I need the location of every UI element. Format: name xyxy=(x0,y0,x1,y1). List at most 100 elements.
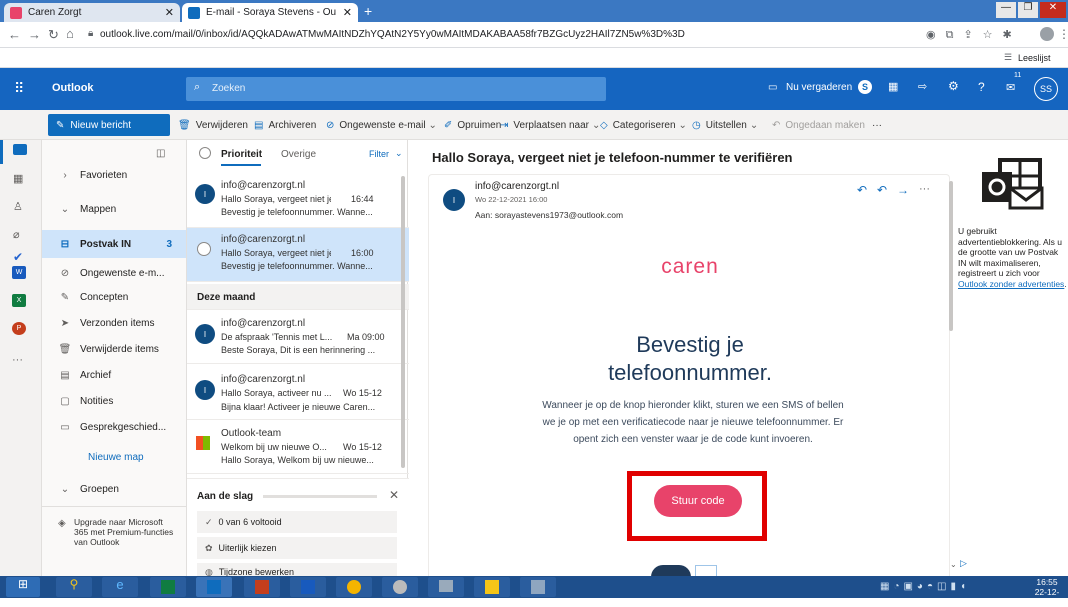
feedback-icon[interactable]: ⇨ xyxy=(918,80,927,93)
reading-list[interactable]: Leeslijst xyxy=(1018,53,1051,63)
tab-caren-zorgt[interactable]: Caren Zorgt ✕ xyxy=(4,3,180,22)
sidebar-item-conversation-history[interactable]: ▭ Gesprekgeschied... xyxy=(42,416,186,438)
reload-icon[interactable]: ↻ xyxy=(48,27,59,43)
move-button[interactable]: ⇥ Verplaatsen naar ⌄ xyxy=(500,110,600,140)
word-taskbar-icon[interactable] xyxy=(290,577,326,597)
list-item[interactable]: info@carenzorgt.nl Hallo Soraya, vergeet… xyxy=(187,228,409,282)
mail-icon[interactable] xyxy=(13,144,27,155)
folders-toggle[interactable]: ⌄ Mappen xyxy=(42,198,186,220)
list-item[interactable]: I info@carenzorgt.nl De afspraak 'Tennis… xyxy=(187,312,409,364)
archive-button[interactable]: ▤ Archiveren xyxy=(254,110,316,140)
outlook-taskbar-icon[interactable] xyxy=(196,577,232,597)
choose-look-item[interactable]: ✿ Uiterlijk kiezen xyxy=(197,537,397,559)
search-taskbar-icon[interactable]: ⚲ xyxy=(56,577,92,597)
reply-icon[interactable]: ↶ xyxy=(857,183,867,197)
system-tray-icons[interactable]: ▦◔▣◕◓◫▮◖ xyxy=(880,581,970,592)
reply-all-icon[interactable]: ↶ xyxy=(877,183,887,197)
sweep-button[interactable]: ✐ Opruimen xyxy=(444,110,501,140)
start-button[interactable]: ⊞ xyxy=(6,577,40,597)
home-icon[interactable]: ⌂ xyxy=(66,26,74,41)
select-all-icon[interactable] xyxy=(199,147,211,159)
back-icon[interactable]: ← xyxy=(8,27,21,42)
meet-now-button[interactable]: Nu vergaderen xyxy=(786,82,852,93)
scroll-down-icon[interactable]: ⌄ xyxy=(950,560,957,569)
search-input[interactable]: Zoeken xyxy=(212,83,245,94)
close-tab-icon[interactable]: ✕ xyxy=(165,6,174,19)
list-item[interactable]: Outlook-team Welkom bij uw nieuwe O... W… xyxy=(187,422,409,474)
menu-icon[interactable]: ⋮ xyxy=(1058,27,1068,41)
forward-icon[interactable]: → xyxy=(897,183,909,197)
undo-button[interactable]: ↶ Ongedaan maken xyxy=(772,110,865,140)
groups-toggle[interactable]: ⌄ Groepen xyxy=(42,478,186,500)
help-icon[interactable]: ? xyxy=(978,80,985,94)
url-field[interactable]: outlook.live.com/mail/0/inbox/id/AQQkADA… xyxy=(100,29,685,40)
attachment-icon[interactable]: ⌀ xyxy=(13,228,20,241)
list-item[interactable]: I info@carenzorgt.nl Hallo Soraya, verge… xyxy=(187,174,409,228)
play-icon[interactable]: ▷ xyxy=(960,558,967,569)
whats-new-icon[interactable]: ✉ xyxy=(1006,81,1015,94)
office-icon[interactable]: ▦ xyxy=(888,80,898,93)
more-actions-button[interactable]: ··· xyxy=(872,110,882,140)
search-box[interactable]: ⌕ Zoeken xyxy=(186,77,606,101)
clock[interactable]: 16:55 22-12-2021 xyxy=(1026,577,1068,607)
upgrade-link[interactable]: Upgrade naar Microsoft 365 met Premium-f… xyxy=(74,517,178,547)
close-icon[interactable]: ✕ xyxy=(389,488,399,502)
app-taskbar-icon[interactable] xyxy=(520,577,556,597)
profile-icon[interactable] xyxy=(1040,27,1054,41)
snooze-button[interactable]: ◷ Uitstellen ⌄ xyxy=(692,110,758,140)
groups-label: Groepen xyxy=(80,483,119,495)
forward-icon[interactable]: → xyxy=(28,27,41,42)
todo-icon[interactable]: ✔ xyxy=(13,250,23,264)
sidebar-item-inbox[interactable]: ⊟ Postvak IN 3 xyxy=(42,230,186,258)
people-icon[interactable]: ♙ xyxy=(13,200,23,213)
chrome-taskbar-icon[interactable] xyxy=(336,577,372,597)
more-icon[interactable]: ··· xyxy=(919,183,930,195)
more-apps-icon[interactable]: ··· xyxy=(12,354,23,366)
send-code-button[interactable]: Stuur code xyxy=(654,485,742,517)
skype-icon[interactable]: S xyxy=(858,80,872,94)
settings-gear-icon[interactable]: ⚙ xyxy=(948,79,959,93)
sidebar-item-archive[interactable]: ▤ Archief xyxy=(42,364,186,386)
avatar[interactable]: SS xyxy=(1034,77,1058,101)
sidebar-item-drafts[interactable]: ✎ Concepten xyxy=(42,286,186,308)
minimize-icon[interactable]: — xyxy=(996,2,1016,18)
file-explorer-icon[interactable] xyxy=(474,577,510,597)
junk-button[interactable]: ⊘ Ongewenste e-mail ⌄ xyxy=(326,110,437,140)
filter-button[interactable]: Filter xyxy=(369,149,389,159)
sidebar-item-sent[interactable]: ➤ Verzonden items xyxy=(42,312,186,334)
word-icon[interactable]: W xyxy=(12,266,26,279)
favorites-toggle[interactable]: › Favorieten xyxy=(42,164,186,186)
select-circle-icon[interactable] xyxy=(197,242,211,256)
calendar-icon[interactable]: ▦ xyxy=(13,172,23,185)
sender-address[interactable]: info@carenzorgt.nl xyxy=(475,181,559,192)
collapse-pane-icon[interactable]: ◫ xyxy=(156,148,165,159)
app-taskbar-icon[interactable] xyxy=(382,577,418,597)
maximize-icon[interactable]: ❐ xyxy=(1018,2,1038,18)
close-window-icon[interactable]: ✕ xyxy=(1040,2,1066,18)
excel-taskbar-icon[interactable] xyxy=(150,577,186,597)
delete-button[interactable]: 🗑︎ Verwijderen xyxy=(178,110,248,140)
getting-started-title: Aan de slag xyxy=(197,491,254,502)
sidebar-item-notes[interactable]: ▢ Notities xyxy=(42,390,186,412)
ad-free-link[interactable]: Outlook zonder advertenties xyxy=(958,279,1064,289)
categorize-button[interactable]: ◇ Categoriseren ⌄ xyxy=(600,110,687,140)
close-tab-icon[interactable]: ✕ xyxy=(343,6,352,19)
tab-outlook[interactable]: E-mail - Soraya Stevens - Outlool ✕ xyxy=(182,3,358,22)
app-launcher-icon[interactable]: ⠿ xyxy=(14,80,24,97)
sidebar-item-deleted[interactable]: 🗑︎ Verwijderde items xyxy=(42,338,186,360)
new-folder-link[interactable]: Nieuwe map xyxy=(88,452,144,463)
app-taskbar-icon[interactable] xyxy=(428,577,464,597)
excel-icon[interactable]: X xyxy=(12,294,26,307)
scrollbar[interactable] xyxy=(401,176,405,468)
new-message-button[interactable]: ✎ Nieuw bericht xyxy=(48,114,170,136)
powerpoint-taskbar-icon[interactable] xyxy=(244,577,280,597)
tab-other[interactable]: Overige xyxy=(281,149,316,160)
ie-icon[interactable]: e xyxy=(102,577,138,597)
sidebar-item-junk[interactable]: ⊘ Ongewenste e-m... xyxy=(42,262,186,284)
new-tab-icon[interactable]: + xyxy=(364,3,372,19)
list-item[interactable]: I info@carenzorgt.nl Hallo Soraya, activ… xyxy=(187,366,409,420)
next-item[interactable]: ◍ Tijdzone bewerken xyxy=(197,563,397,577)
tab-focused[interactable]: Prioriteit xyxy=(221,149,262,160)
powerpoint-icon[interactable]: P xyxy=(12,322,26,335)
extension-icons[interactable]: ◉⧉⇪☆✱ xyxy=(926,28,1022,42)
